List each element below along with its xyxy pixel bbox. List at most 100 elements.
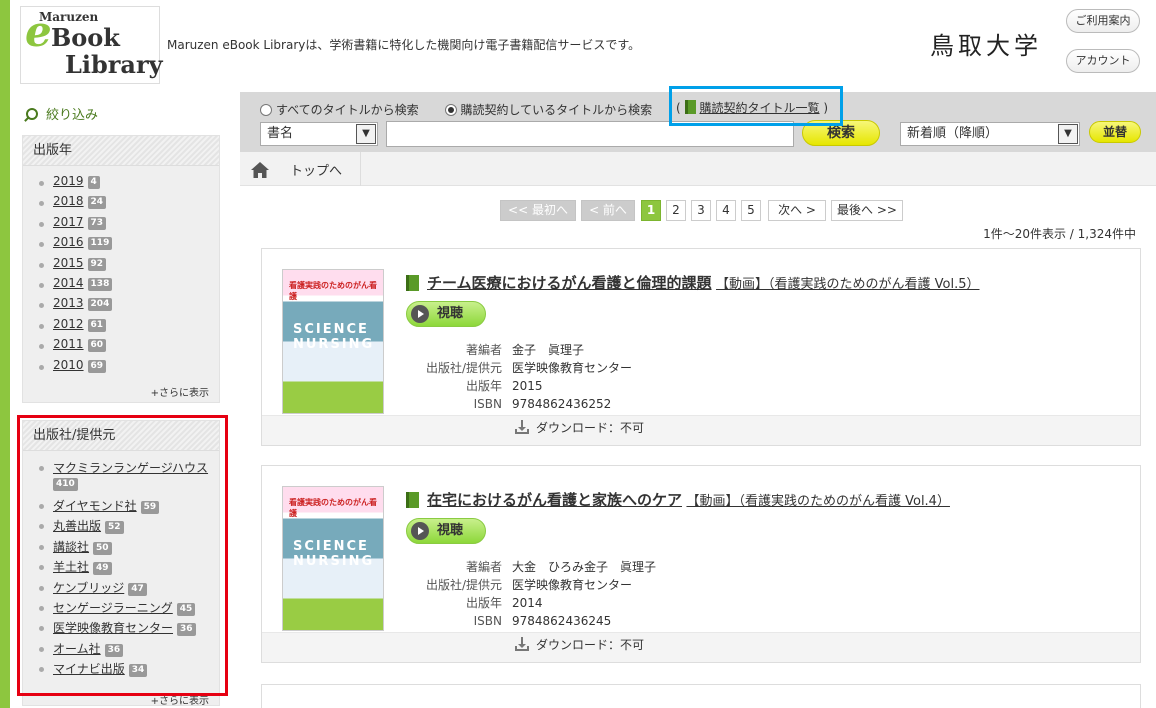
page-button-2[interactable]: 2 <box>666 200 686 221</box>
meta-value: 9784862436252 <box>512 397 612 411</box>
publisher-highlight-box <box>17 415 228 696</box>
logo-book-text: Book <box>51 23 120 52</box>
watch-button[interactable]: 視聴 <box>406 518 486 544</box>
breadcrumb: トップへ <box>240 152 1156 186</box>
meta-value: 大金 ひろみ金子 眞理子 <box>512 560 657 574</box>
meta-row-isbn: ISBN 9784862436252 <box>402 395 632 413</box>
radio-all-titles[interactable] <box>260 104 272 116</box>
list-item: 2019 4 <box>39 174 219 194</box>
watch-button[interactable]: 視聴 <box>406 301 486 327</box>
result-count: 1件～20件表示 / 1,324件中 <box>983 227 1136 241</box>
account-button[interactable]: アカウント <box>1066 49 1140 73</box>
meta-label: ISBN <box>473 614 502 628</box>
cover-series-text: 看護実践のためのがん看護 <box>289 281 377 301</box>
count-badge: 138 <box>87 277 113 291</box>
year-filter-link[interactable]: 2010 <box>53 358 84 372</box>
result-card-footer <box>262 632 1140 662</box>
result-subtitle[interactable]: 【動画】（看護実践のためのがん看護 Vol.4） <box>686 494 950 509</box>
meta-row-publisher: 出版社/提供元 医学映像教育センター <box>402 359 632 377</box>
filter-heading-label: 絞り込み <box>46 108 99 123</box>
logo-library-text: Library <box>65 50 163 79</box>
meta-value: 2015 <box>512 379 543 393</box>
meta-row-author: 著編者 金子 眞理子 <box>402 341 632 359</box>
page-button-1[interactable]: 1 <box>641 200 661 221</box>
list-item: 2014 138 <box>39 276 219 296</box>
list-item: 2015 92 <box>39 256 219 276</box>
list-item: 2016 119 <box>39 235 219 255</box>
year-filter-link[interactable]: 2017 <box>53 215 84 229</box>
meta-value: 2014 <box>512 596 543 610</box>
search-field-select[interactable]: 書名 ▼ <box>260 122 378 146</box>
result-title-row: 在宅におけるがん看護と家族へのケア 【動画】（看護実践のためのがん看護 Vol.… <box>406 489 950 510</box>
year-filter-panel: 出版年 2019 4 2018 24 2017 73 2016 119 2015 92 2… <box>22 135 220 403</box>
result-subtitle[interactable]: 【動画】（看護実践のためのがん看護 Vol.5） <box>716 277 980 292</box>
book-icon <box>406 275 419 291</box>
page-button-3[interactable]: 3 <box>691 200 711 221</box>
meta-label: 出版社/提供元 <box>425 361 502 375</box>
list-item: 2011 60 <box>39 337 219 357</box>
institution-name: 鳥取大学 <box>930 32 1042 60</box>
watch-label: 視聴 <box>437 523 464 538</box>
count-badge: 24 <box>87 196 107 210</box>
page-button-4[interactable]: 4 <box>716 200 736 221</box>
count-badge: 61 <box>87 318 107 332</box>
result-title-link[interactable]: 在宅におけるがん看護と家族へのケア <box>427 491 682 509</box>
sort-button[interactable]: 並替 <box>1089 121 1141 143</box>
count-badge: 69 <box>87 359 107 373</box>
year-filter-link[interactable]: 2015 <box>53 256 84 270</box>
year-filter-link[interactable]: 2011 <box>53 337 84 351</box>
list-item: 2018 24 <box>39 194 219 214</box>
last-page-button[interactable]: 最後へ >> <box>831 200 903 221</box>
page-button-5[interactable]: 5 <box>741 200 761 221</box>
result-card: 看護実践のためのがん看護 SCIENCE NURSING 在宅におけるがん看護と… <box>261 465 1141 663</box>
search-icon <box>26 108 38 120</box>
breadcrumb-top-link[interactable]: トップへ <box>290 160 342 179</box>
left-accent-stripe <box>0 0 10 708</box>
meta-row-isbn: ISBN 9784862436245 <box>402 612 656 630</box>
search-field-value: 書名 <box>267 126 294 141</box>
meta-row-year: 出版年 2015 <box>402 377 632 395</box>
result-metadata: 著編者 金子 眞理子 出版社/提供元 医学映像教育センター 出版年 2015 ISBN… <box>402 341 632 413</box>
year-filter-link[interactable]: 2018 <box>53 194 84 208</box>
book-cover-image[interactable]: 看護実践のためのがん看護 SCIENCE NURSING <box>282 486 384 631</box>
radio-subscribed-label: 購読契約しているタイトルから検索 <box>460 103 653 117</box>
meta-label: 出版年 <box>465 379 502 393</box>
home-icon[interactable] <box>250 161 270 179</box>
watch-label: 視聴 <box>437 306 464 321</box>
count-badge: 92 <box>87 257 107 271</box>
subscribed-list-highlight-box <box>669 86 843 126</box>
meta-label: 著編者 <box>465 343 502 357</box>
result-title-link[interactable]: チーム医療におけるがん看護と倫理的課題 <box>427 274 712 292</box>
site-logo[interactable]: e Maruzen Book Library <box>20 6 163 84</box>
year-filter-link[interactable]: 2014 <box>53 276 84 290</box>
result-card <box>261 684 1141 708</box>
logo-maruzen-text: Maruzen <box>39 10 99 24</box>
year-filter-link[interactable]: 2012 <box>53 317 84 331</box>
play-icon <box>411 522 429 540</box>
sort-order-select[interactable]: 新着順（降順） ▼ <box>900 122 1080 146</box>
cover-word-text: SCIENCE NURSING <box>293 539 375 569</box>
prev-page-button[interactable]: < 前へ <box>581 200 635 221</box>
count-badge: 60 <box>87 339 107 353</box>
year-filter-link[interactable]: 2016 <box>53 235 84 249</box>
meta-row-author: 著編者 大金 ひろみ金子 眞理子 <box>402 558 656 576</box>
count-badge: 119 <box>87 237 113 251</box>
download-status: ダウンロード：不可 <box>514 636 644 653</box>
first-page-button[interactable]: << 最初へ <box>500 200 576 221</box>
chevron-down-icon: ▼ <box>1058 124 1078 144</box>
result-card-footer <box>262 415 1140 445</box>
cover-word-text: SCIENCE NURSING <box>293 322 375 352</box>
result-title-row: チーム医療におけるがん看護と倫理的課題 【動画】（看護実践のためのがん看護 Vo… <box>406 272 980 293</box>
download-icon <box>515 420 529 434</box>
radio-subscribed-titles[interactable] <box>444 104 457 116</box>
year-show-more-link[interactable]: +さらに表示 <box>151 384 209 399</box>
download-status: ダウンロード：不可 <box>514 419 644 436</box>
year-filter-link[interactable]: 2013 <box>53 296 84 310</box>
search-scope-options: すべてのタイトルから検索 購読契約しているタイトルから検索 <box>260 101 652 118</box>
guide-button[interactable]: ご利用案内 <box>1066 9 1140 33</box>
year-filter-link[interactable]: 2019 <box>53 174 84 188</box>
next-page-button[interactable]: 次へ > <box>768 200 826 221</box>
book-cover-image[interactable]: 看護実践のためのがん看護 SCIENCE NURSING <box>282 269 384 414</box>
meta-label: 出版年 <box>465 596 502 610</box>
sort-order-value: 新着順（降順） <box>907 126 999 141</box>
